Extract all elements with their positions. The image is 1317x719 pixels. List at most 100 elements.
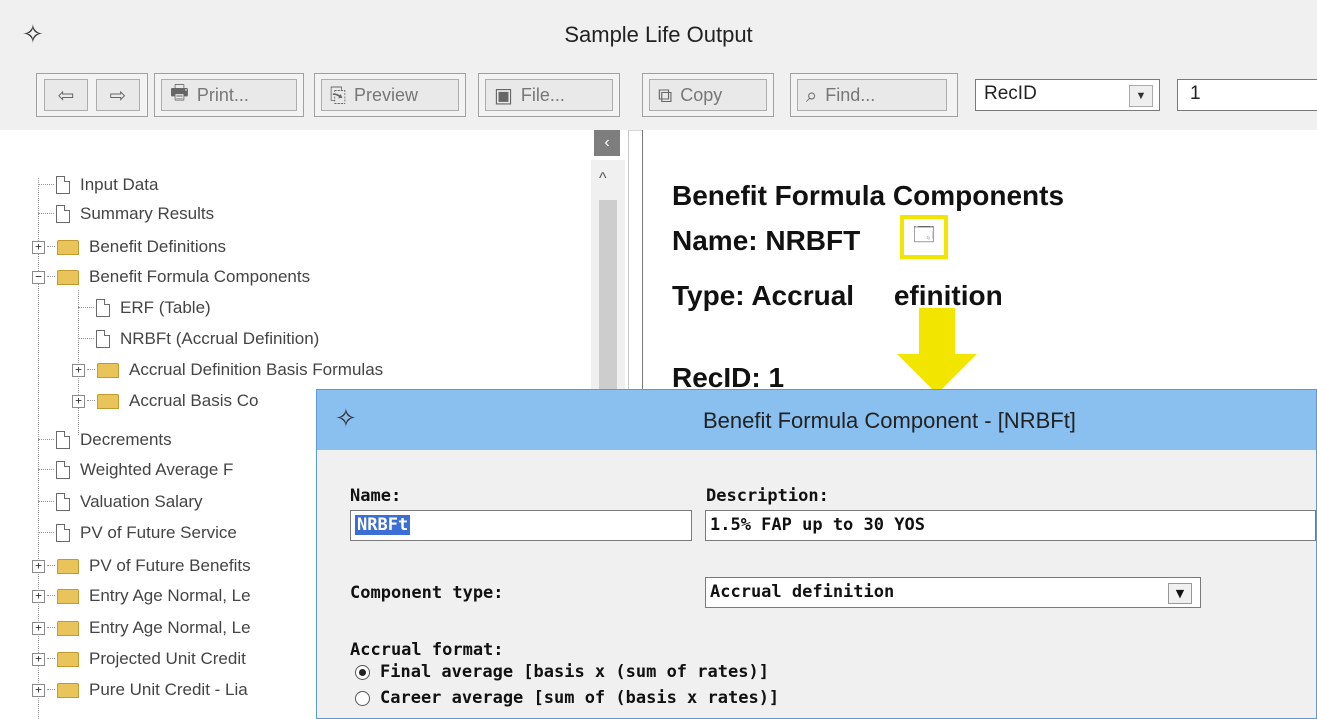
tree-item-label: Input Data [80, 175, 159, 194]
tree-item-label: Entry Age Normal, Le [89, 618, 251, 637]
tree-item-label: PV of Future Benefits [89, 556, 251, 575]
chevron-down-icon[interactable]: ▼ [1168, 583, 1192, 604]
document-icon [56, 431, 70, 449]
record-number-input[interactable]: 1 [1177, 79, 1317, 111]
document-icon [96, 330, 110, 348]
preview-label: Preview [354, 84, 419, 105]
document-icon [96, 299, 110, 317]
collapse-panel-button[interactable]: ‹ [594, 130, 620, 156]
tree-item-label: Benefit Definitions [89, 237, 227, 256]
expand-icon[interactable]: + [72, 394, 85, 408]
tree-item-accrual-basis[interactable]: + Accrual Basis Co [72, 390, 258, 412]
expand-icon[interactable]: + [32, 240, 45, 254]
preview-button[interactable]: ⎘ Preview [321, 79, 459, 111]
preview-icon: ⎘ [330, 83, 346, 107]
recid-select[interactable]: RecID ▼ [975, 79, 1160, 111]
tree-item-pv-future-service[interactable]: PV of Future Service [38, 522, 237, 544]
folder-icon [57, 620, 79, 636]
printer-icon: 🖶 [170, 80, 189, 104]
back-arrow-icon: ⇦ [57, 83, 75, 107]
tree-item-label: PV of Future Service [80, 523, 237, 542]
document-icon [56, 461, 70, 479]
chevron-down-icon[interactable]: ▼ [1129, 85, 1153, 107]
find-button[interactable]: ⌕ Find... [797, 79, 947, 111]
benefit-formula-component-dialog: ✧ Benefit Formula Component - [NRBFt] Na… [316, 389, 1317, 719]
app-logo-icon: ✧ [335, 404, 357, 434]
radio-final-average[interactable]: Final average [basis x (sum of rates)] [355, 662, 769, 682]
expand-icon[interactable]: + [32, 683, 45, 697]
tree-item-pv-future-benefits[interactable]: + PV of Future Benefits [32, 555, 251, 577]
type-text-a: Type: Accrual [672, 280, 862, 311]
edit-component-button[interactable]: 🗔 [900, 215, 948, 259]
tree-item-summary-results[interactable]: Summary Results [38, 203, 214, 225]
tree-item-projected-unit-credit[interactable]: + Projected Unit Credit [32, 648, 246, 670]
tree-item-label: Weighted Average F [80, 460, 234, 479]
radio-final-label: Final average [basis x (sum of rates)] [380, 662, 769, 682]
tree-item-erf-table[interactable]: ERF (Table) [78, 297, 211, 319]
toolbar: ⇦ ⇨ 🖶 Print... ⎘ Preview ▣ File... ⧉ Cop… [0, 62, 1317, 131]
folder-icon [97, 362, 119, 378]
description-label: Description: [706, 486, 829, 506]
component-type-select[interactable]: Accrual definition ▼ [705, 577, 1201, 608]
collapse-icon[interactable]: − [32, 270, 45, 284]
folder-icon [97, 393, 119, 409]
forward-arrow-icon: ⇨ [109, 83, 127, 107]
tree-item-benefit-definitions[interactable]: + Benefit Definitions [32, 236, 226, 258]
folder-icon [57, 682, 79, 698]
expand-icon[interactable]: + [32, 559, 45, 573]
tree-item-label: ERF (Table) [120, 298, 211, 317]
print-button[interactable]: 🖶 Print... [161, 79, 297, 111]
description-field[interactable]: 1.5% FAP up to 30 YOS [705, 510, 1316, 541]
document-icon [56, 176, 70, 194]
tree-item-accrual-definition-basis-formulas[interactable]: + Accrual Definition Basis Formulas [72, 359, 383, 381]
component-type-label: Component type: [350, 583, 504, 603]
file-button[interactable]: ▣ File... [485, 79, 613, 111]
tree-item-label: NRBFt (Accrual Definition) [120, 329, 320, 348]
expand-icon[interactable]: + [32, 589, 45, 603]
tree-item-decrements[interactable]: Decrements [38, 429, 172, 451]
tree-item-pure-unit-credit[interactable]: + Pure Unit Credit - Lia [32, 679, 248, 701]
radio-selected-icon[interactable] [355, 664, 370, 680]
tree-item-label: Benefit Formula Components [89, 267, 311, 286]
tree-item-nrbft[interactable]: NRBFt (Accrual Definition) [78, 328, 319, 350]
tree-item-entry-age-normal-2[interactable]: + Entry Age Normal, Le [32, 617, 251, 639]
folder-icon [57, 651, 79, 667]
tree-item-label: Accrual Definition Basis Formulas [129, 360, 384, 379]
tree-item-label: Valuation Salary [80, 492, 203, 511]
document-icon [56, 205, 70, 223]
copy-button[interactable]: ⧉ Copy [649, 79, 767, 111]
folder-icon [57, 239, 79, 255]
scroll-up-icon[interactable]: ^ [599, 170, 607, 188]
tree-item-weighted-average[interactable]: Weighted Average F [38, 459, 233, 481]
component-name-heading: Name: NRBFT [672, 225, 861, 256]
dialog-title: Benefit Formula Component - [NRBFt] [703, 408, 1076, 433]
name-label: Name: [350, 486, 402, 506]
expand-icon[interactable]: + [32, 652, 45, 666]
expand-icon[interactable]: + [72, 363, 85, 377]
tree-item-label: Accrual Basis Co [129, 391, 259, 410]
radio-unselected-icon[interactable] [355, 690, 370, 706]
save-disk-icon: ▣ [494, 83, 513, 107]
name-value: NRBFt [355, 515, 411, 535]
radio-career-average[interactable]: Career average [sum of (basis x rates)] [355, 688, 779, 708]
tree-item-label: Summary Results [80, 204, 215, 223]
tree-item-label: Entry Age Normal, Le [89, 586, 251, 605]
document-icon [56, 493, 70, 511]
expand-icon[interactable]: + [32, 621, 45, 635]
tree-item-input-data[interactable]: Input Data [38, 174, 158, 196]
tree-item-label: Pure Unit Credit - Lia [89, 680, 248, 699]
name-field[interactable]: NRBFt [350, 510, 692, 541]
tree-item-benefit-formula-components[interactable]: − Benefit Formula Components [32, 266, 310, 288]
tree-item-entry-age-normal-1[interactable]: + Entry Age Normal, Le [32, 585, 251, 607]
dialog-titlebar[interactable]: ✧ Benefit Formula Component - [NRBFt] [317, 390, 1316, 450]
tree-item-label: Projected Unit Credit [89, 649, 246, 668]
component-type-value: Accrual definition [710, 582, 895, 602]
tree-item-label: Decrements [80, 430, 172, 449]
recid-value: RecID [984, 83, 1037, 104]
edit-properties-icon: 🗔 [913, 224, 935, 246]
back-button[interactable]: ⇦ [44, 79, 88, 111]
tree-item-valuation-salary[interactable]: Valuation Salary [38, 491, 203, 513]
section-heading: Benefit Formula Components [672, 180, 1065, 211]
forward-button[interactable]: ⇨ [96, 79, 140, 111]
window-title: Sample Life Output [564, 22, 753, 47]
